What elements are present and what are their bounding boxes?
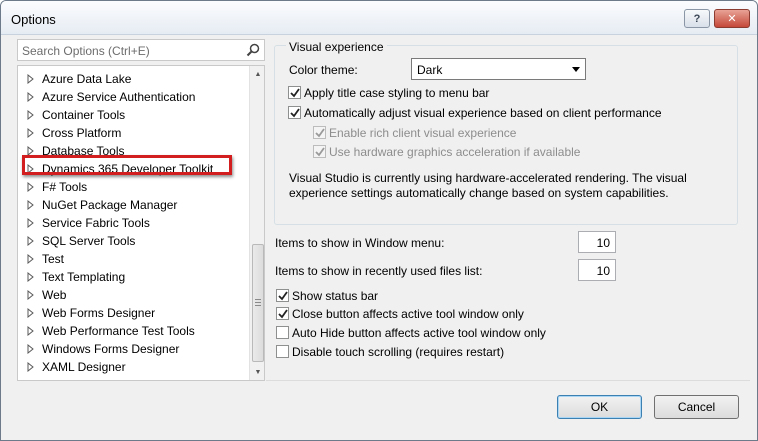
- title-case-checkbox[interactable]: [288, 86, 301, 99]
- dialog-body: Search Options (Ctrl+E) Azure Data Lake A…: [8, 35, 750, 433]
- expand-arrow-icon[interactable]: [27, 236, 35, 246]
- ok-button[interactable]: OK: [557, 395, 642, 419]
- help-button[interactable]: ?: [684, 9, 710, 28]
- expand-arrow-icon[interactable]: [27, 272, 35, 282]
- expand-arrow-icon[interactable]: [27, 92, 35, 102]
- tree-item-label: Container Tools: [42, 108, 126, 122]
- auto-adjust-label: Automatically adjust visual experience b…: [304, 106, 662, 120]
- footer-separator: [266, 380, 750, 381]
- close-button-checkbox[interactable]: [276, 307, 289, 320]
- visual-experience-title: Visual experience: [286, 40, 387, 54]
- info-text-line1: Visual Studio is currently using hardwar…: [289, 171, 687, 185]
- tree-item-label: Web: [42, 288, 67, 302]
- checkmark-icon: [315, 128, 325, 138]
- title-bar[interactable]: Options ? ✕: [1, 1, 757, 35]
- expand-arrow-icon[interactable]: [27, 74, 35, 84]
- expand-arrow-icon[interactable]: [27, 200, 35, 210]
- rich-client-checkbox[interactable]: [313, 126, 326, 139]
- tree-item[interactable]: Web Performance Test Tools: [18, 322, 248, 340]
- window-menu-value: 10: [596, 236, 610, 250]
- tree-item[interactable]: SQL Server Tools: [18, 232, 248, 250]
- checkmark-icon: [290, 108, 300, 118]
- window-menu-label: Items to show in Window menu:: [275, 236, 445, 250]
- auto-hide-label: Auto Hide button affects active tool win…: [292, 326, 546, 340]
- tree-item-label: F# Tools: [42, 180, 88, 194]
- recent-files-input[interactable]: 10: [578, 259, 616, 281]
- chevron-down-icon: [572, 67, 580, 72]
- tree-item-label: Cross Platform: [42, 126, 122, 140]
- tree-item-label: XAML Designer: [42, 360, 126, 374]
- checkmark-icon: [290, 88, 300, 98]
- tree-item[interactable]: Web: [18, 286, 248, 304]
- options-tree[interactable]: Azure Data Lake Azure Service Authenticat…: [17, 65, 265, 381]
- close-button-label: Close button affects active tool window …: [292, 307, 524, 321]
- cancel-button[interactable]: Cancel: [654, 395, 739, 419]
- color-theme-select[interactable]: Dark: [411, 58, 586, 80]
- tree-item[interactable]: XAML Designer: [18, 358, 248, 376]
- expand-arrow-icon[interactable]: [27, 128, 35, 138]
- expand-arrow-icon[interactable]: [27, 344, 35, 354]
- expand-arrow-icon[interactable]: [27, 218, 35, 228]
- tree-item-label: Windows Forms Designer: [42, 342, 180, 356]
- expand-arrow-icon[interactable]: [27, 254, 35, 264]
- disable-touch-label: Disable touch scrolling (requires restar…: [292, 345, 505, 359]
- tree-scrollbar[interactable]: ▲ ▼: [249, 66, 264, 380]
- tree-item-label: SQL Server Tools: [42, 234, 136, 248]
- tree-item-label: Azure Data Lake: [42, 72, 132, 86]
- auto-hide-checkbox[interactable]: [276, 326, 289, 339]
- tree-item[interactable]: Container Tools: [18, 106, 248, 124]
- tree-item-label: NuGet Package Manager: [42, 198, 178, 212]
- tree-item[interactable]: Azure Data Lake: [18, 70, 248, 88]
- tree-item-label: Azure Service Authentication: [42, 90, 196, 104]
- checkmark-icon: [278, 291, 288, 301]
- expand-arrow-icon[interactable]: [27, 326, 35, 336]
- tree-item[interactable]: Cross Platform: [18, 124, 248, 142]
- search-icon[interactable]: [245, 42, 261, 58]
- rich-client-label: Enable rich client visual experience: [329, 126, 517, 140]
- title-case-label: Apply title case styling to menu bar: [304, 86, 490, 100]
- recent-files-value: 10: [596, 264, 610, 278]
- window-menu-input[interactable]: 10: [578, 231, 616, 253]
- status-bar-checkbox[interactable]: [276, 289, 289, 302]
- checkmark-icon: [315, 147, 325, 157]
- tree-item[interactable]: Test: [18, 250, 248, 268]
- disable-touch-checkbox[interactable]: [276, 345, 289, 358]
- expand-arrow-icon[interactable]: [27, 110, 35, 120]
- close-button[interactable]: ✕: [714, 9, 750, 28]
- tree-item[interactable]: NuGet Package Manager: [18, 196, 248, 214]
- hw-accel-checkbox[interactable]: [313, 145, 326, 158]
- recent-files-label: Items to show in recently used files lis…: [275, 264, 483, 278]
- status-bar-label: Show status bar: [292, 289, 379, 303]
- auto-adjust-checkbox[interactable]: [288, 106, 301, 119]
- checkmark-icon: [278, 309, 288, 319]
- tree-item[interactable]: Web Forms Designer: [18, 304, 248, 322]
- tree-item-label: Text Templating: [42, 270, 126, 284]
- scroll-up-icon[interactable]: ▲: [250, 66, 264, 82]
- window-title: Options: [11, 12, 56, 27]
- tree-item-label: Service Fabric Tools: [42, 216, 150, 230]
- info-text-line2: experience settings automatically change…: [289, 186, 669, 200]
- highlight-annotation: [22, 155, 232, 175]
- hw-accel-label: Use hardware graphics acceleration if av…: [329, 145, 581, 159]
- tree-item-label: Web Forms Designer: [42, 306, 156, 320]
- expand-arrow-icon[interactable]: [27, 308, 35, 318]
- tree-item-label: Web Performance Test Tools: [42, 324, 195, 338]
- scroll-thumb[interactable]: [252, 244, 264, 362]
- color-theme-value: Dark: [417, 63, 443, 77]
- tree-item[interactable]: Windows Forms Designer: [18, 340, 248, 358]
- tree-item[interactable]: Text Templating: [18, 268, 248, 286]
- options-dialog: Options ? ✕ Search Options (Ctrl+E) Azur…: [0, 0, 758, 441]
- tree-item[interactable]: Service Fabric Tools: [18, 214, 248, 232]
- search-placeholder: Search Options (Ctrl+E): [22, 44, 150, 58]
- tree-item[interactable]: Azure Service Authentication: [18, 88, 248, 106]
- search-input[interactable]: Search Options (Ctrl+E): [17, 39, 265, 61]
- scroll-down-icon[interactable]: ▼: [250, 364, 264, 380]
- tree-item[interactable]: F# Tools: [18, 178, 248, 196]
- tree-item-label: Test: [42, 252, 65, 266]
- expand-arrow-icon[interactable]: [27, 290, 35, 300]
- color-theme-label: Color theme:: [289, 63, 358, 77]
- expand-arrow-icon[interactable]: [27, 182, 35, 192]
- expand-arrow-icon[interactable]: [27, 362, 35, 372]
